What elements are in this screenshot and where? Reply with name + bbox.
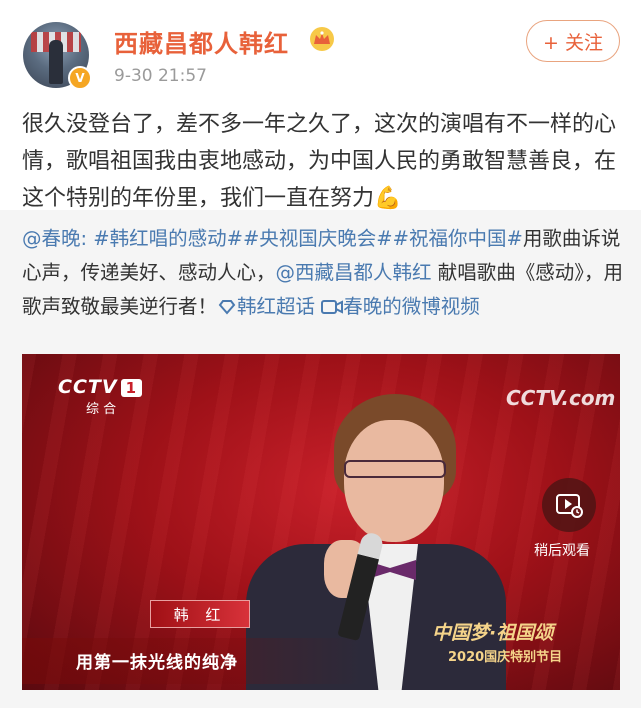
topic-diamond-icon [218, 300, 236, 315]
post-text: 很久没登台了，差不多一年之久了，这次的演唱有不一样的心情，歌唱祖国我由衷地感动，… [22, 106, 622, 217]
singer-name-tag: 韩 红 [150, 600, 250, 628]
repost-text: @春晚: #韩红唱的感动##央视国庆晚会##祝福你中国#用歌曲诉说心声，传递美好… [22, 222, 626, 324]
video-link[interactable]: 春晚的微博视频 [321, 295, 480, 318]
cctv-hd-logo: CCTV.com [506, 386, 616, 410]
username[interactable]: 西藏昌都人韩红 [114, 24, 289, 59]
repost-card[interactable]: @春晚: #韩红唱的感动##央视国庆晚会##祝福你中国#用歌曲诉说心声，传递美好… [0, 210, 641, 708]
mention-chunwan[interactable]: @春晚: [22, 227, 87, 250]
topic-link[interactable]: 韩红超话 [217, 295, 315, 318]
verified-icon: V [68, 66, 92, 90]
post-timestamp: 9-30 21:57 [114, 66, 207, 86]
cctv-channel-logo: CCTV 1 [58, 376, 142, 398]
watch-later-label[interactable]: 稍后观看 [534, 540, 590, 560]
post-body: 很久没登台了，差不多一年之久了，这次的演唱有不一样的心情，歌唱祖国我由衷地感动，… [22, 112, 617, 211]
hashtag-cctv-gala[interactable]: #央视国庆晚会# [243, 227, 393, 250]
hashtag-bless-china[interactable]: #祝福你中国# [393, 227, 523, 250]
video-camera-icon [321, 300, 344, 314]
hashtag-ganyong[interactable]: #韩红唱的感动# [93, 227, 243, 250]
watch-later-button[interactable] [542, 478, 596, 532]
lyric-subtitle: 用第一抹光线的纯净 [76, 653, 238, 673]
video-player[interactable]: CCTV 1 综 合 CCTV.com 韩 红 用第一抹光线的纯净 中国梦·祖国颂… [22, 354, 620, 690]
mention-hanhong[interactable]: @西藏昌都人韩红 [276, 261, 432, 284]
program-subtitle: 2020国庆特别节目 [448, 650, 563, 665]
crown-icon[interactable] [308, 26, 336, 52]
avatar-figure [49, 40, 63, 84]
watch-later-icon [556, 494, 583, 518]
cctv-channel-sub: 综 合 [86, 402, 117, 417]
follow-button[interactable]: + 关注 [526, 20, 620, 62]
program-title: 中国梦·祖国颂 [432, 622, 554, 644]
